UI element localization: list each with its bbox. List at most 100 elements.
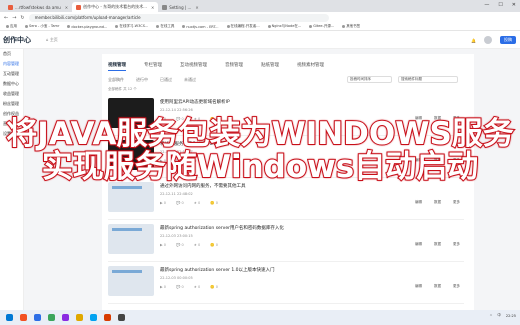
taskbar-app-icon[interactable]: [62, 314, 69, 321]
bookmark-icon: [226, 25, 230, 28]
action-button[interactable]: 更多: [453, 242, 460, 247]
header-right: 🔔 投稿: [471, 36, 516, 44]
sort-select[interactable]: 投稿时间排序: [347, 76, 392, 83]
search-input[interactable]: 搜索稿件标题: [398, 76, 458, 83]
action-button[interactable]: 更多: [453, 284, 460, 289]
bookmark-item[interactable]: Sero - 小宝 - Tamr: [25, 24, 59, 29]
content-tab[interactable]: 视频素材管理: [297, 62, 324, 71]
bookmark-item[interactable]: 在线工具: [156, 24, 174, 29]
sidebar-item[interactable]: 首页: [0, 49, 23, 59]
action-button[interactable]: 数据: [434, 242, 441, 247]
video-thumbnail[interactable]: [108, 182, 154, 212]
action-button[interactable]: 数据: [434, 158, 441, 163]
bookmark-item[interactable]: docker-playground...: [67, 25, 107, 29]
article-actions: 编辑 数据 更多: [415, 242, 460, 247]
stat-value: ★ 0: [193, 243, 201, 247]
sidebar-item[interactable]: 粉丝管理: [0, 99, 23, 109]
forward-icon[interactable]: →: [12, 15, 16, 21]
action-button[interactable]: 编辑: [415, 200, 422, 205]
content-tab[interactable]: 视频管理: [108, 62, 126, 71]
article-title[interactable]: 使用阿里云API动态更新域名解析IP: [160, 99, 230, 105]
article-title[interactable]: 最新spring authorization server 1.0以上版本快速入…: [160, 267, 275, 273]
article-count: 全部稿件 共 12 个: [108, 87, 137, 91]
tray-item[interactable]: ^: [489, 314, 492, 318]
article-actions: 编辑 数据 更多: [415, 284, 460, 289]
browser-tab[interactable]: ...rtfowfstekws da amu ✕: [4, 2, 72, 12]
taskbar-app-icon[interactable]: [104, 314, 111, 321]
sidebar-item[interactable]: 直播: [0, 119, 23, 129]
action-button[interactable]: 数据: [434, 116, 441, 121]
close-tab-icon[interactable]: ✕: [65, 5, 68, 10]
action-button[interactable]: 更多: [453, 200, 460, 205]
video-thumbnail[interactable]: [108, 224, 154, 254]
bookmark-item[interactable]: 在线学习-W3CS...: [115, 24, 148, 29]
bookmark-item[interactable]: Gitee-开源...: [309, 24, 334, 29]
url-input[interactable]: member.bilibili.com/platform/upload-mana…: [28, 13, 329, 22]
back-icon[interactable]: ←: [4, 15, 8, 21]
status-filter[interactable]: 进行中: [136, 77, 148, 83]
article-date: 22-12-11 22:48:02: [160, 192, 193, 196]
status-filter[interactable]: 全部稿件: [108, 77, 124, 83]
tray-item[interactable]: 中: [497, 313, 501, 318]
upload-button[interactable]: 投稿: [500, 36, 516, 44]
bookmark-item[interactable]: 其他书签: [342, 24, 360, 29]
content-tab[interactable]: 贴纸管理: [261, 62, 279, 71]
bookmark-item[interactable]: 在线编程-开发者...: [226, 24, 260, 29]
status-filter[interactable]: 已通过: [160, 77, 172, 83]
taskbar-app-icon[interactable]: [118, 314, 125, 321]
tray-item[interactable]: 22:25: [506, 314, 516, 318]
sidebar-item[interactable]: 收益管理: [0, 89, 23, 99]
sidebar-item[interactable]: 设置: [0, 129, 23, 139]
action-button[interactable]: 编辑: [415, 116, 422, 121]
action-button[interactable]: 编辑: [415, 242, 422, 247]
taskbar-app-icon[interactable]: [90, 314, 97, 321]
status-filter[interactable]: 未通过: [184, 77, 196, 83]
content-tab[interactable]: 专栏管理: [144, 62, 162, 71]
reload-icon[interactable]: ↻: [20, 15, 24, 21]
article-date: 22-12-14 22:56:26: [160, 108, 193, 112]
bookmark-item[interactable]: Nginx与Node在...: [267, 24, 301, 29]
sidebar-item[interactable]: 互动管理: [0, 69, 23, 79]
sidebar-item[interactable]: 创作权益: [0, 109, 23, 119]
status-filters: 全部稿件 进行中 已通过 未通过: [108, 77, 196, 83]
taskbar-app-icon[interactable]: [48, 314, 55, 321]
action-button[interactable]: 更多: [453, 158, 460, 163]
video-thumbnail[interactable]: [108, 140, 154, 170]
action-button[interactable]: 数据: [434, 200, 441, 205]
content-tab[interactable]: 互动视频管理: [180, 62, 207, 71]
video-thumbnail[interactable]: [108, 266, 154, 296]
bookmark-label: 应用: [10, 24, 17, 28]
browser-tab[interactable]: Setting | ... ✕: [158, 2, 202, 12]
article-title[interactable]: 通过外网访问内网的服务，不需要其他工具: [160, 183, 246, 189]
bookmark-item[interactable]: nuxtjs.com - ERT...: [182, 25, 219, 29]
taskbar-app-icon[interactable]: [6, 314, 13, 321]
taskbar-app-icon[interactable]: [76, 314, 83, 321]
article-stats: ▶ 0 💬 0 ★ 0 🪙 0: [160, 159, 218, 163]
bell-icon[interactable]: 🔔: [471, 38, 476, 43]
article-title[interactable]: 最新spring authorization server用户名和密码数据库存入…: [160, 225, 284, 231]
content-tab[interactable]: 音频管理: [225, 62, 243, 71]
bookmark-label: 在线工具: [160, 24, 175, 28]
taskbar-app-icon[interactable]: [34, 314, 41, 321]
article-title[interactable]: 将JAVA服务包装为WINDOWS服务: [160, 141, 229, 147]
maximize-icon[interactable]: ☐: [498, 2, 502, 8]
article-row: 使用阿里云API动态更新域名解析IP 22-12-14 22:56:26 ▶ 0 💬 …: [108, 96, 464, 136]
browser-tab-active[interactable]: 创作中心 - 东哥的技术看台的技术... ✕: [72, 2, 159, 12]
taskbar-app-icon[interactable]: [20, 314, 27, 321]
video-thumbnail[interactable]: [108, 98, 154, 128]
brand-title[interactable]: 创作中心: [0, 35, 40, 45]
action-button[interactable]: 编辑: [415, 284, 422, 289]
action-button[interactable]: 更多: [453, 116, 460, 121]
minimize-icon[interactable]: —: [484, 2, 489, 8]
avatar[interactable]: [484, 36, 492, 44]
action-button[interactable]: 数据: [434, 284, 441, 289]
bookmark-item[interactable]: 应用: [6, 24, 17, 29]
sidebar-item[interactable]: 内容管理: [0, 59, 23, 69]
close-tab-icon[interactable]: ✕: [151, 5, 154, 10]
close-tab-icon[interactable]: ✕: [195, 5, 198, 10]
stat-value: 🪙 0: [210, 285, 218, 289]
sidebar-item[interactable]: 数据中心: [0, 79, 23, 89]
home-icon[interactable]: ⌂ 主页: [46, 37, 58, 43]
action-button[interactable]: 编辑: [415, 158, 422, 163]
close-icon[interactable]: ✕: [512, 2, 516, 8]
